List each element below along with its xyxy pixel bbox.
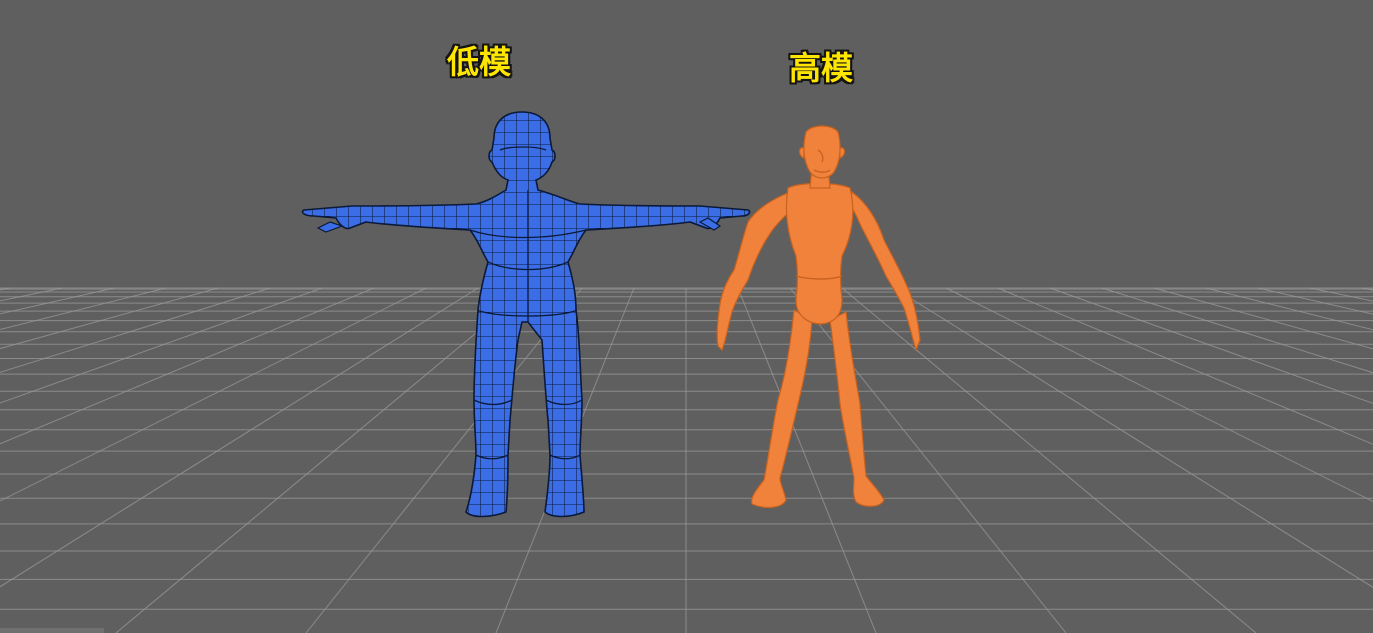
grid-line-depth — [0, 287, 115, 315]
grid-line-depth — [1049, 287, 1373, 404]
low-poly-model[interactable] — [290, 100, 760, 525]
grid-line-depth — [0, 287, 219, 350]
grid-line-depth — [1257, 287, 1373, 315]
scene-canvas[interactable] — [0, 0, 1373, 633]
high-poly-label: 高模 — [789, 49, 854, 87]
grid-line-depth — [1101, 287, 1373, 374]
grid-line-depth — [893, 287, 1373, 588]
grid-line-depth — [0, 287, 271, 373]
high-poly-model[interactable] — [716, 125, 921, 509]
grid-line-depth — [997, 287, 1373, 445]
grid-line-depth — [0, 287, 323, 404]
grid-line-depth — [0, 287, 375, 445]
grid-line-depth — [0, 287, 479, 588]
low-poly-label: 低模 — [447, 43, 512, 81]
grid-line-depth — [945, 287, 1373, 503]
floor-grid — [0, 287, 1373, 633]
grid-line-depth — [0, 287, 427, 502]
grid-line-depth — [305, 287, 583, 633]
high-poly-body — [716, 125, 921, 509]
3d-viewport[interactable]: 低模 高模 — [0, 0, 1373, 633]
grid-line-depth — [789, 287, 1067, 633]
viewport-corner-strip — [0, 628, 104, 633]
low-poly-hand-left — [316, 221, 344, 233]
grid-line-depth — [0, 287, 167, 331]
grid-line-depth — [1153, 287, 1373, 350]
grid-line-depth — [1205, 287, 1373, 331]
low-poly-wireframe — [302, 112, 750, 517]
